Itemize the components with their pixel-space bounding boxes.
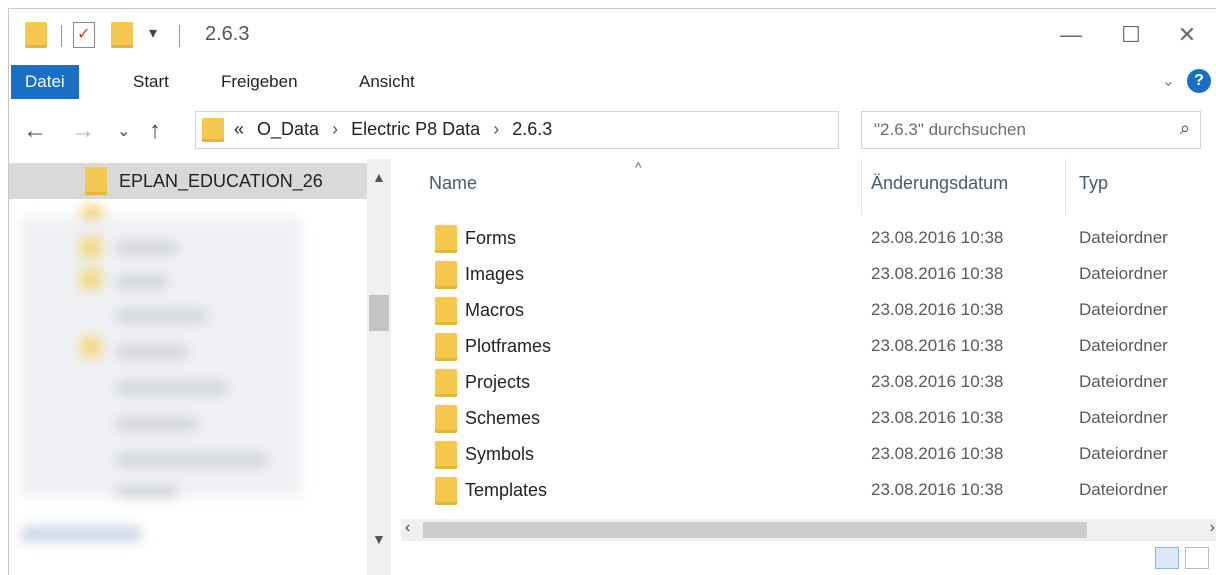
- file-name: Schemes: [465, 408, 541, 428]
- file-date: 23.08.2016 10:38: [871, 228, 1004, 247]
- view-toggles: [1155, 547, 1209, 569]
- folder-icon: [435, 477, 457, 505]
- file-row[interactable]: Plotframes 23.08.2016 10:38 Dateiordner: [399, 329, 1216, 365]
- folder-icon: [435, 297, 457, 325]
- file-type: Dateiordner: [1079, 336, 1168, 355]
- breadcrumb: « O_Data › Electric P8 Data › 2.6.3: [234, 119, 552, 140]
- file-name: Images: [465, 264, 525, 284]
- new-folder-icon[interactable]: [111, 22, 133, 48]
- folder-icon: [202, 118, 224, 142]
- nav-item-selected[interactable]: EPLAN_EDUCATION_26: [9, 163, 369, 199]
- file-date: 23.08.2016 10:38: [871, 336, 1004, 355]
- file-type: Dateiordner: [1079, 264, 1168, 283]
- tab-freigeben[interactable]: Freigeben: [221, 65, 298, 99]
- file-list: ^ Name Änderungsdatum Typ Forms 23.08.20…: [399, 159, 1216, 575]
- search-icon[interactable]: ⌕: [1180, 118, 1190, 139]
- folder-icon: [435, 405, 457, 433]
- file-date: 23.08.2016 10:38: [871, 444, 1004, 463]
- expand-ribbon-icon[interactable]: ⌄: [1162, 71, 1175, 91]
- explorer-window: ✓ ▾ 2.6.3 — ☐ ✕ Datei Start Freigeben An…: [8, 8, 1216, 575]
- properties-icon[interactable]: ✓: [73, 22, 95, 48]
- folder-icon: [435, 225, 457, 253]
- file-name: Templates: [465, 480, 548, 500]
- breadcrumb-separator-icon[interactable]: ›: [493, 119, 499, 139]
- breadcrumb-overflow[interactable]: «: [234, 119, 244, 139]
- file-name: Macros: [465, 300, 525, 320]
- blurred-nav-items: [21, 207, 307, 541]
- scroll-thumb[interactable]: [423, 522, 1087, 538]
- address-row: ← → ⌄ ↑ « O_Data › Electric P8 Data › 2.…: [9, 105, 1216, 159]
- navigation-pane: EPLAN_EDUCATION_26 ▲ ▼: [9, 159, 399, 575]
- file-type: Dateiordner: [1079, 480, 1168, 499]
- scroll-thumb[interactable]: [369, 295, 389, 331]
- window-title: 2.6.3: [205, 23, 250, 45]
- forward-arrow-icon[interactable]: →: [71, 117, 95, 145]
- folder-icon: [25, 22, 47, 48]
- scroll-down-icon[interactable]: ▼: [372, 531, 386, 547]
- sort-ascending-icon: ^: [635, 159, 642, 175]
- tab-datei[interactable]: Datei: [11, 65, 79, 99]
- folder-icon: [435, 369, 457, 397]
- separator: [179, 25, 180, 47]
- folder-icon: [435, 441, 457, 469]
- file-date: 23.08.2016 10:38: [871, 480, 1004, 499]
- search-box[interactable]: "2.6.3" durchsuchen ⌕: [861, 111, 1201, 149]
- column-divider[interactable]: [1065, 159, 1066, 215]
- file-type: Dateiordner: [1079, 444, 1168, 463]
- file-name: Projects: [465, 372, 531, 392]
- back-arrow-icon[interactable]: ←: [23, 117, 47, 145]
- search-placeholder: "2.6.3" durchsuchen: [874, 120, 1026, 139]
- up-arrow-icon[interactable]: ↑: [149, 117, 161, 145]
- file-date: 23.08.2016 10:38: [871, 264, 1004, 283]
- recent-locations-chevron-icon[interactable]: ⌄: [117, 121, 130, 141]
- folder-icon: [435, 333, 457, 361]
- file-row[interactable]: Images 23.08.2016 10:38 Dateiordner: [399, 257, 1216, 293]
- nav-scrollbar[interactable]: ▲ ▼: [367, 159, 391, 575]
- file-type: Dateiordner: [1079, 372, 1168, 391]
- breadcrumb-item-o-data[interactable]: O_Data: [257, 119, 319, 139]
- file-row[interactable]: Schemes 23.08.2016 10:38 Dateiordner: [399, 401, 1216, 437]
- title-bar: ✓ ▾ 2.6.3 — ☐ ✕: [9, 9, 1216, 61]
- nav-item-label: EPLAN_EDUCATION_26: [119, 171, 323, 191]
- tab-ansicht[interactable]: Ansicht: [359, 65, 415, 99]
- ribbon-tabs: Datei Start Freigeben Ansicht ⌄ ?: [9, 61, 1216, 106]
- file-date: 23.08.2016 10:38: [871, 372, 1004, 391]
- customize-toolbar-icon[interactable]: ▾: [149, 23, 157, 43]
- minimize-button[interactable]: —: [1041, 9, 1101, 61]
- column-divider[interactable]: [861, 159, 862, 215]
- scroll-up-icon[interactable]: ▲: [372, 169, 386, 185]
- file-type: Dateiordner: [1079, 408, 1168, 427]
- help-icon[interactable]: ?: [1187, 69, 1211, 93]
- breadcrumb-separator-icon[interactable]: ›: [332, 119, 338, 139]
- file-row[interactable]: Templates 23.08.2016 10:38 Dateiordner: [399, 473, 1216, 509]
- close-button[interactable]: ✕: [1157, 9, 1216, 61]
- file-date: 23.08.2016 10:38: [871, 408, 1004, 427]
- address-bar[interactable]: « O_Data › Electric P8 Data › 2.6.3 ⌄ ↻: [195, 111, 1011, 149]
- file-name: Symbols: [465, 444, 535, 464]
- column-header-date[interactable]: Änderungsdatum: [871, 173, 1008, 194]
- file-row[interactable]: Forms 23.08.2016 10:38 Dateiordner: [399, 221, 1216, 257]
- column-header-name[interactable]: Name: [429, 173, 477, 194]
- file-row[interactable]: Symbols 23.08.2016 10:38 Dateiordner: [399, 437, 1216, 473]
- details-view-icon[interactable]: [1155, 547, 1179, 569]
- file-date: 23.08.2016 10:38: [871, 300, 1004, 319]
- folder-icon: [435, 261, 457, 289]
- file-row[interactable]: Macros 23.08.2016 10:38 Dateiordner: [399, 293, 1216, 329]
- maximize-button[interactable]: ☐: [1101, 9, 1161, 61]
- scroll-left-icon[interactable]: ‹: [405, 519, 410, 537]
- scroll-right-icon[interactable]: ›: [1210, 519, 1215, 537]
- file-type: Dateiordner: [1079, 228, 1168, 247]
- file-name: Forms: [465, 228, 516, 248]
- file-type: Dateiordner: [1079, 300, 1168, 319]
- large-icons-view-icon[interactable]: [1185, 547, 1209, 569]
- file-name: Plotframes: [465, 336, 552, 356]
- column-header-type[interactable]: Typ: [1079, 173, 1108, 194]
- breadcrumb-item-2-6-3[interactable]: 2.6.3: [512, 119, 552, 139]
- horizontal-scrollbar[interactable]: ‹ ›: [401, 519, 1216, 541]
- breadcrumb-item-electric-p8-data[interactable]: Electric P8 Data: [351, 119, 480, 139]
- tab-start[interactable]: Start: [133, 65, 169, 99]
- file-row[interactable]: Projects 23.08.2016 10:38 Dateiordner: [399, 365, 1216, 401]
- folder-icon: [85, 167, 107, 195]
- separator: [61, 25, 62, 47]
